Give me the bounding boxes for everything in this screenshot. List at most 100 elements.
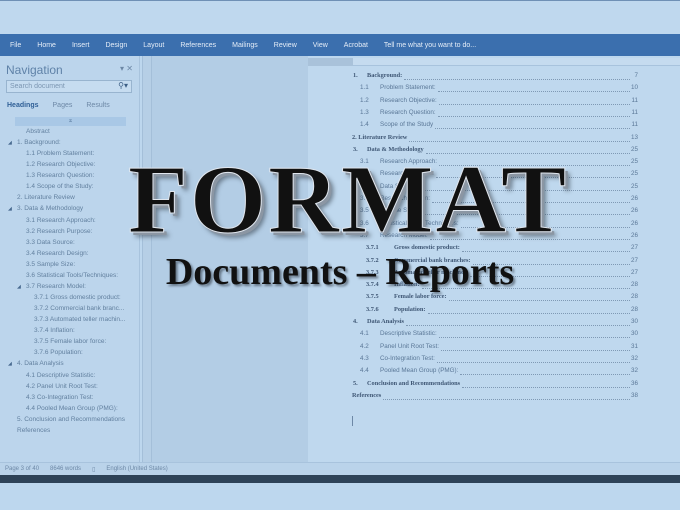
toc-text: Female labor force: xyxy=(394,293,447,301)
nav-heading-item[interactable]: 3.7.5 Female labor force: xyxy=(34,338,106,345)
nav-heading-item[interactable]: Abstract xyxy=(26,128,50,135)
toc-page-number: 32 xyxy=(630,354,638,362)
nav-heading-item[interactable]: 3.7.1 Gross domestic product: xyxy=(34,294,121,301)
toc-number: 4.2 xyxy=(360,342,369,350)
toc-number: 4. xyxy=(353,318,358,325)
toc-page-number: 11 xyxy=(631,108,638,116)
toc-text: Conclusion and Recommendations xyxy=(367,379,461,387)
ribbon-tab-references[interactable]: References xyxy=(180,42,216,49)
toc-entry[interactable]: 1. Background: 7 xyxy=(308,72,680,82)
nav-heading-item[interactable]: 3.6 Statistical Tools/Techniques: xyxy=(26,272,118,279)
toc-text: Co-Integration Test: xyxy=(380,354,435,362)
toc-leader xyxy=(428,312,630,314)
toc-page-number: 27 xyxy=(630,244,638,252)
nav-heading-item[interactable]: 3.7.2 Commercial bank branc... xyxy=(34,305,124,312)
overlay-title: FORMAT xyxy=(128,146,569,254)
ribbon-tab-layout[interactable]: Layout xyxy=(143,42,164,49)
toc-entry[interactable]: 4.3 Co-Integration Test: 32 xyxy=(308,355,680,365)
toc-entry[interactable]: 1.3 Research Question: 11 xyxy=(308,109,680,119)
nav-heading-item[interactable]: 3.5 Sample Size: xyxy=(26,261,75,268)
ribbon-tab-file[interactable]: File xyxy=(10,42,21,49)
nav-heading-item[interactable]: References xyxy=(17,427,50,434)
nav-heading-item[interactable]: 4.2 Panel Unit Root Test: xyxy=(26,383,98,390)
toc-entry[interactable]: 5. Conclusion and Recommendations 36 xyxy=(308,380,680,390)
nav-heading-item[interactable]: 4.4 Pooled Mean Group (PMG): xyxy=(26,405,118,412)
tab-results[interactable]: Results xyxy=(86,102,109,109)
search-icon[interactable]: ⚲▾ xyxy=(118,81,128,90)
navigation-pane: Navigation ▾ ✕ Search document ⚲▾ Heading… xyxy=(0,56,140,462)
ribbon-tab-view[interactable]: View xyxy=(313,42,328,49)
toc-text: Background: xyxy=(367,72,403,79)
ribbon-tab-insert[interactable]: Insert xyxy=(72,42,90,49)
tab-headings[interactable]: Headings xyxy=(7,102,39,109)
nav-heading-item[interactable]: 2. Literature Review xyxy=(17,194,75,201)
nav-heading-item[interactable]: 1.2 Research Objective: xyxy=(26,161,95,168)
nav-heading-item[interactable]: 4.1 Descriptive Statistic: xyxy=(26,372,95,379)
horizontal-ruler[interactable] xyxy=(308,58,680,66)
proofing-icon[interactable]: ▯ xyxy=(92,466,95,473)
nav-heading-item[interactable]: 1. Background: xyxy=(17,139,61,146)
search-placeholder: Search document xyxy=(10,83,65,90)
nav-heading-item[interactable]: 3.3 Data Source: xyxy=(26,239,75,246)
nav-heading-item[interactable]: 1.4 Scope of the Study: xyxy=(26,183,94,190)
toc-text: Population: xyxy=(394,305,426,313)
ribbon-tab-mailings[interactable]: Mailings xyxy=(232,42,258,49)
word-count[interactable]: 8646 words xyxy=(50,466,81,472)
toc-leader xyxy=(409,140,630,142)
nav-heading-item[interactable]: 3.4 Research Design: xyxy=(26,250,89,257)
ribbon-tab-design[interactable]: Design xyxy=(105,42,127,49)
nav-heading-item[interactable]: 3.7.4 Inflation: xyxy=(34,327,75,334)
ribbon-tab-review[interactable]: Review xyxy=(274,42,297,49)
nav-heading-item[interactable]: 4.3 Co-Integration Test: xyxy=(26,394,93,401)
nav-heading-item[interactable]: 3.7.3 Automated teller machin... xyxy=(34,316,125,323)
expand-triangle-icon[interactable]: ◢ xyxy=(8,140,12,146)
toc-entry[interactable]: 1.1 Problem Statement: 10 xyxy=(308,84,680,94)
nav-heading-item[interactable]: 1.1 Problem Statement: xyxy=(26,150,94,157)
tab-pages[interactable]: Pages xyxy=(53,102,73,109)
toc-entry[interactable]: 4.4 Pooled Mean Group (PMG): 32 xyxy=(308,367,680,377)
nav-heading-item[interactable]: 3.2 Research Purpose: xyxy=(26,228,92,235)
toc-entry[interactable]: 3.7.5 Female labor force: 28 xyxy=(308,293,680,303)
page-count[interactable]: Page 3 of 40 xyxy=(5,466,39,472)
toc-page-number: 26 xyxy=(630,207,638,215)
toc-page-number: 26 xyxy=(630,219,638,227)
collapse-all-button[interactable]: ⌅ xyxy=(15,117,126,126)
toc-entry[interactable]: 4. Data Analysis 30 xyxy=(308,318,680,328)
ribbon-tab-acrobat[interactable]: Acrobat xyxy=(344,42,368,49)
expand-triangle-icon[interactable]: ◢ xyxy=(8,206,12,212)
nav-heading-item[interactable]: 5. Conclusion and Recommendations xyxy=(17,416,125,423)
toc-entry[interactable]: 1.2 Research Objective: 11 xyxy=(308,97,680,107)
toc-number: 4.3 xyxy=(360,354,369,362)
toc-page-number: 25 xyxy=(630,158,638,166)
toc-number: 1.2 xyxy=(360,96,369,104)
toc-number: 1.4 xyxy=(360,121,369,129)
toc-entry[interactable]: 1.4 Scope of the Study 11 xyxy=(308,121,680,131)
taskbar xyxy=(0,475,680,483)
ribbon-tab-home[interactable]: Home xyxy=(37,42,56,49)
toc-entry[interactable]: 3.7.6 Population: 28 xyxy=(308,306,680,316)
nav-heading-item[interactable]: 3.7.6 Population: xyxy=(34,349,83,356)
nav-heading-item[interactable]: 1.3 Research Question: xyxy=(26,172,94,179)
tell-me-search[interactable]: Tell me what you want to do... xyxy=(384,42,476,49)
toc-page-number: 10 xyxy=(630,84,638,92)
nav-heading-item[interactable]: 3.7 Research Model: xyxy=(26,283,86,290)
toc-page-number: 28 xyxy=(630,281,638,289)
toc-text: Research Objective: xyxy=(380,96,437,104)
toc-page-number: 27 xyxy=(630,256,638,264)
toc-page-number: 7 xyxy=(634,72,638,79)
language[interactable]: English (United States) xyxy=(106,466,167,472)
toc-entry[interactable]: References 38 xyxy=(308,392,680,402)
toc-entry[interactable]: 4.2 Panel Unit Root Test: 31 xyxy=(308,343,680,353)
ribbon-tabs: File Home Insert Design Layout References Mail… xyxy=(0,34,680,56)
nav-heading-item[interactable]: 4. Data Analysis xyxy=(17,360,64,367)
expand-triangle-icon[interactable]: ◢ xyxy=(17,284,21,290)
nav-heading-item[interactable]: 3. Data & Methodology xyxy=(17,205,83,212)
nav-heading-item[interactable]: 3.1 Research Approach: xyxy=(26,217,96,224)
toc-entry[interactable]: 4.1 Descriptive Statistic: 30 xyxy=(308,330,680,340)
search-document-input[interactable]: Search document ⚲▾ xyxy=(6,80,132,93)
toc-entry[interactable]: 2. Literature Review 13 xyxy=(308,134,680,144)
expand-triangle-icon[interactable]: ◢ xyxy=(8,361,12,367)
toc-leader xyxy=(406,325,630,326)
pane-controls[interactable]: ▾ ✕ xyxy=(120,64,133,73)
toc-page-number: 32 xyxy=(630,367,638,375)
